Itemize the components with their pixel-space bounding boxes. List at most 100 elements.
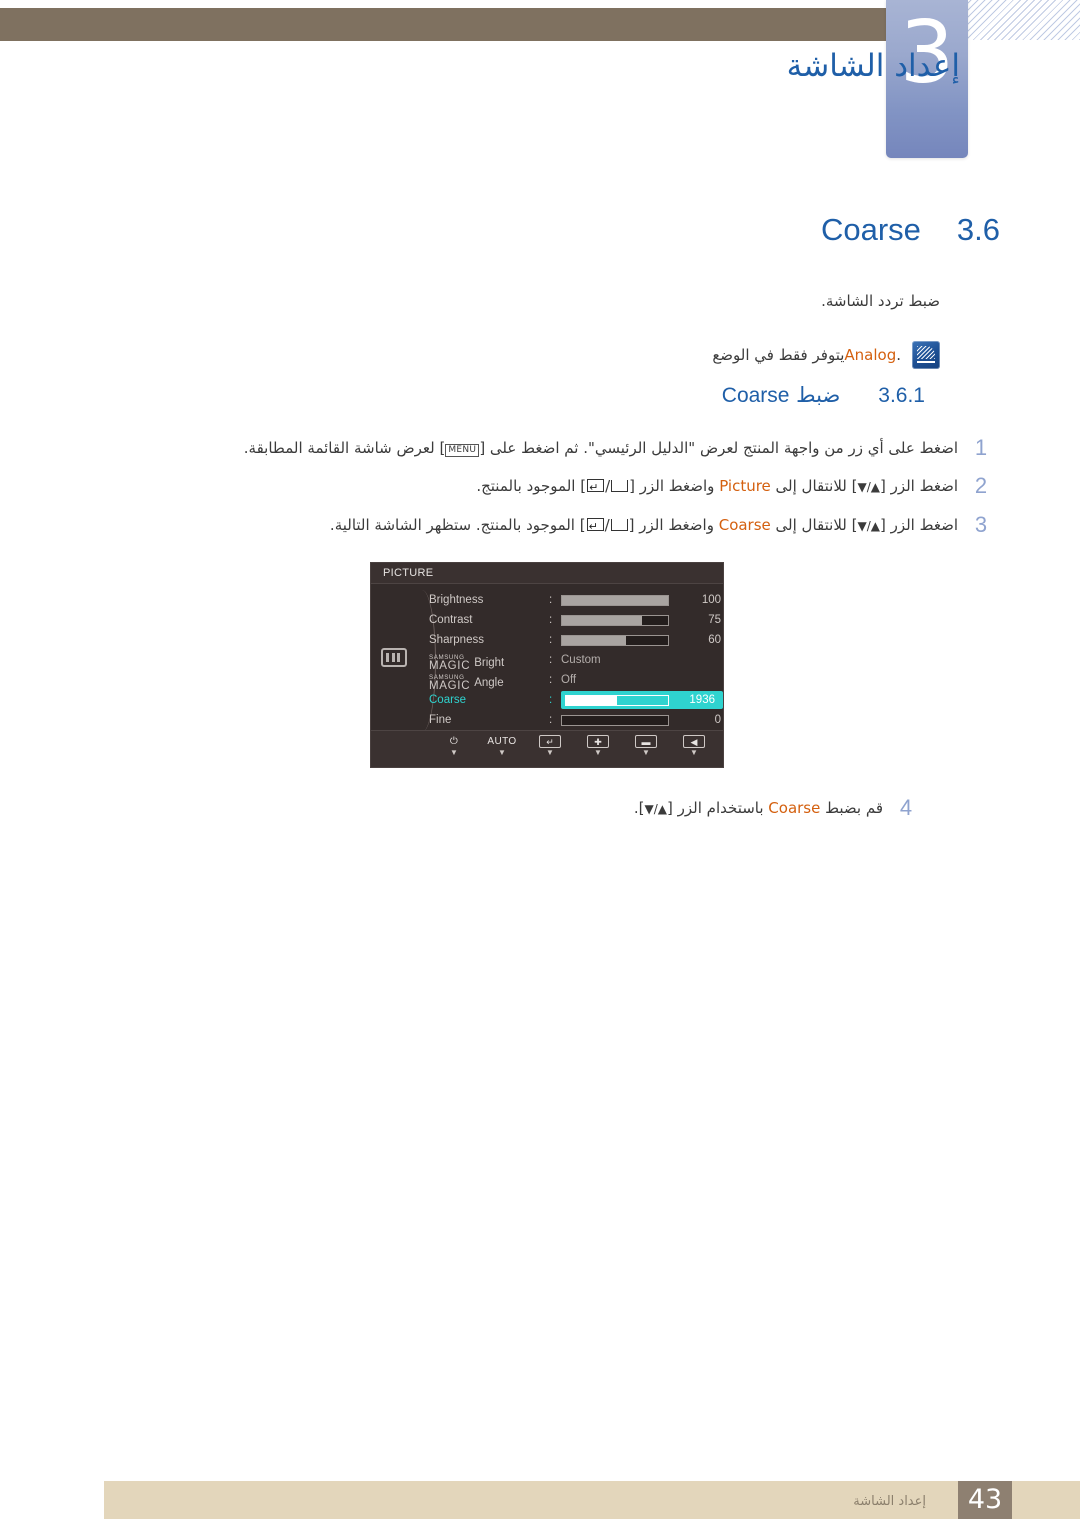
box-key-icon bbox=[611, 480, 629, 492]
osd-colon: : bbox=[549, 694, 553, 706]
page-number: 43 bbox=[958, 1481, 1012, 1519]
subsection-label-ar: ضبط bbox=[796, 383, 841, 407]
osd-row-magic-angle[interactable]: SAMSUNG MAGIC Angle : Off bbox=[429, 670, 719, 692]
osd-value: 100 bbox=[701, 594, 721, 606]
osd-row-magic-bright[interactable]: SAMSUNG MAGIC Bright : Custom bbox=[429, 650, 719, 672]
osd-label: Brightness bbox=[429, 594, 484, 606]
footer-label: إعداد الشاشة bbox=[853, 1494, 926, 1509]
section-number: 3.6 bbox=[956, 212, 1000, 247]
auto-glyph: AUTO bbox=[487, 735, 517, 748]
subsection-label-en: Coarse bbox=[721, 384, 790, 407]
box-key-icon bbox=[610, 519, 628, 531]
step-number: 2 bbox=[974, 473, 988, 498]
enter-icon[interactable]: ↵ ▼ bbox=[535, 735, 565, 757]
osd-value: 0 bbox=[714, 714, 721, 726]
osd-slider[interactable] bbox=[561, 594, 669, 606]
osd-row-contrast[interactable]: Contrast : 75 bbox=[429, 610, 721, 630]
subsection-heading: 3.6.1 ضبط Coarse bbox=[722, 383, 925, 408]
osd-colon: : bbox=[549, 594, 553, 606]
caret-icon: ▼ bbox=[594, 748, 602, 757]
section-description: ضبط تردد الشاشة. bbox=[821, 292, 940, 310]
osd-selected-highlight: 1936 bbox=[561, 691, 723, 709]
step-item: 3 اضغط الزر [▲/▼] للانتقال إلى Coarse وا… bbox=[60, 512, 990, 538]
step-text: اضغط الزر [▲/▼] للانتقال إلى Coarse واضغ… bbox=[330, 515, 958, 537]
osd-slider[interactable] bbox=[561, 614, 669, 626]
osd-label: Coarse bbox=[429, 694, 467, 706]
osd-slider[interactable] bbox=[561, 714, 669, 726]
osd-footer-toolbar: ⏻ ▼ AUTO ▼ ↵ ▼ ✚ ▼ ▬ ▼ ◀ ▼ bbox=[371, 730, 723, 767]
subsection-name: ضبط Coarse bbox=[722, 383, 841, 408]
osd-value: 60 bbox=[708, 634, 721, 646]
enter-glyph: ↵ bbox=[539, 735, 561, 748]
updown-keycap: ▲/▼ bbox=[857, 519, 880, 533]
section-name: Coarse bbox=[820, 212, 921, 247]
osd-screenshot: PICTURE Brightness : 100 Contrast : 75 S… bbox=[370, 562, 724, 768]
footer-bar bbox=[104, 1481, 1080, 1519]
header-hatch-decoration bbox=[967, 0, 1080, 40]
note-text: .Analogيتوفر فقط في الوضع bbox=[712, 346, 901, 364]
step-number: 4 bbox=[899, 795, 913, 820]
updown-keycap: ▲/▼ bbox=[857, 480, 880, 494]
updown-keycap: ▲/▼ bbox=[644, 802, 668, 816]
caret-icon: ▼ bbox=[498, 748, 506, 757]
osd-row-brightness[interactable]: Brightness : 100 bbox=[429, 590, 721, 610]
step-text: اضغط على أي زر من واجهة المنتج لعرض "الد… bbox=[243, 439, 958, 457]
osd-slider[interactable] bbox=[561, 634, 669, 646]
page-title: إعداد الشاشة bbox=[786, 48, 960, 84]
note-callout: .Analogيتوفر فقط في الوضع bbox=[712, 341, 940, 369]
osd-label-suffix: Angle bbox=[474, 677, 504, 689]
osd-colon: : bbox=[549, 634, 553, 646]
auto-button[interactable]: AUTO ▼ bbox=[487, 735, 517, 757]
step-keyword: Picture bbox=[719, 477, 771, 495]
osd-value: Off bbox=[561, 674, 577, 686]
minus-icon[interactable]: ▬ ▼ bbox=[631, 735, 661, 757]
step-item: 2 اضغط الزر [▲/▼] للانتقال إلى Picture و… bbox=[60, 473, 990, 499]
enter-key-icon bbox=[587, 477, 605, 498]
osd-colon: : bbox=[549, 674, 553, 686]
osd-label: SAMSUNG MAGIC Bright bbox=[429, 650, 549, 672]
enter-key-icon bbox=[586, 516, 604, 537]
osd-colon: : bbox=[549, 654, 553, 666]
step-keyword: Coarse bbox=[718, 516, 771, 534]
osd-label: Contrast bbox=[429, 614, 473, 626]
menu-keycap: MENU bbox=[445, 444, 480, 457]
osd-title: PICTURE bbox=[371, 563, 723, 584]
osd-row-coarse[interactable]: Coarse : 1936 bbox=[429, 690, 723, 710]
power-icon[interactable]: ⏻ ▼ bbox=[439, 735, 469, 757]
step-item: 4 قم بضبط Coarse باستخدام الزر [▲/▼]. bbox=[633, 795, 915, 820]
step-number: 1 bbox=[974, 435, 988, 460]
step-text: قم بضبط Coarse باستخدام الزر [▲/▼]. bbox=[633, 799, 883, 817]
osd-menu-rows: Brightness : 100 Contrast : 75 Sharpness… bbox=[429, 590, 723, 730]
minus-glyph: ▬ bbox=[635, 735, 657, 748]
caret-icon: ▼ bbox=[450, 748, 458, 757]
osd-value: 75 bbox=[708, 614, 721, 626]
picture-bars-icon bbox=[381, 648, 407, 667]
left-arrow-icon[interactable]: ◀ ▼ bbox=[679, 735, 709, 757]
note-keyword: Analog bbox=[844, 346, 897, 364]
osd-label: Fine bbox=[429, 714, 452, 726]
steps-list: 1 اضغط على أي زر من واجهة المنتج لعرض "ا… bbox=[60, 435, 990, 554]
osd-body: Brightness : 100 Contrast : 75 Sharpness… bbox=[371, 584, 723, 736]
osd-slider[interactable] bbox=[565, 694, 669, 706]
note-icon bbox=[912, 341, 940, 369]
plus-glyph: ✚ bbox=[587, 735, 609, 748]
caret-icon: ▼ bbox=[642, 748, 650, 757]
power-glyph: ⏻ bbox=[449, 735, 459, 748]
magic-brand-text: MAGIC bbox=[429, 660, 471, 672]
note-prefix: . bbox=[896, 346, 901, 364]
osd-value: Custom bbox=[561, 654, 601, 666]
step-number: 3 bbox=[974, 512, 988, 537]
note-body: يتوفر فقط في الوضع bbox=[712, 346, 845, 364]
step-keyword: Coarse bbox=[768, 799, 821, 817]
osd-row-sharpness[interactable]: Sharpness : 60 bbox=[429, 630, 721, 650]
osd-colon: : bbox=[549, 714, 553, 726]
left-arrow-glyph: ◀ bbox=[683, 735, 705, 748]
osd-row-fine[interactable]: Fine : 0 bbox=[429, 710, 721, 730]
plus-icon[interactable]: ✚ ▼ bbox=[583, 735, 613, 757]
subsection-number: 3.6.1 bbox=[878, 384, 925, 407]
section-heading: 3.6 Coarse bbox=[821, 212, 1000, 248]
osd-value: 1936 bbox=[689, 694, 715, 706]
osd-label: Sharpness bbox=[429, 634, 484, 646]
osd-colon: : bbox=[549, 614, 553, 626]
header-brown-bar bbox=[0, 8, 886, 41]
